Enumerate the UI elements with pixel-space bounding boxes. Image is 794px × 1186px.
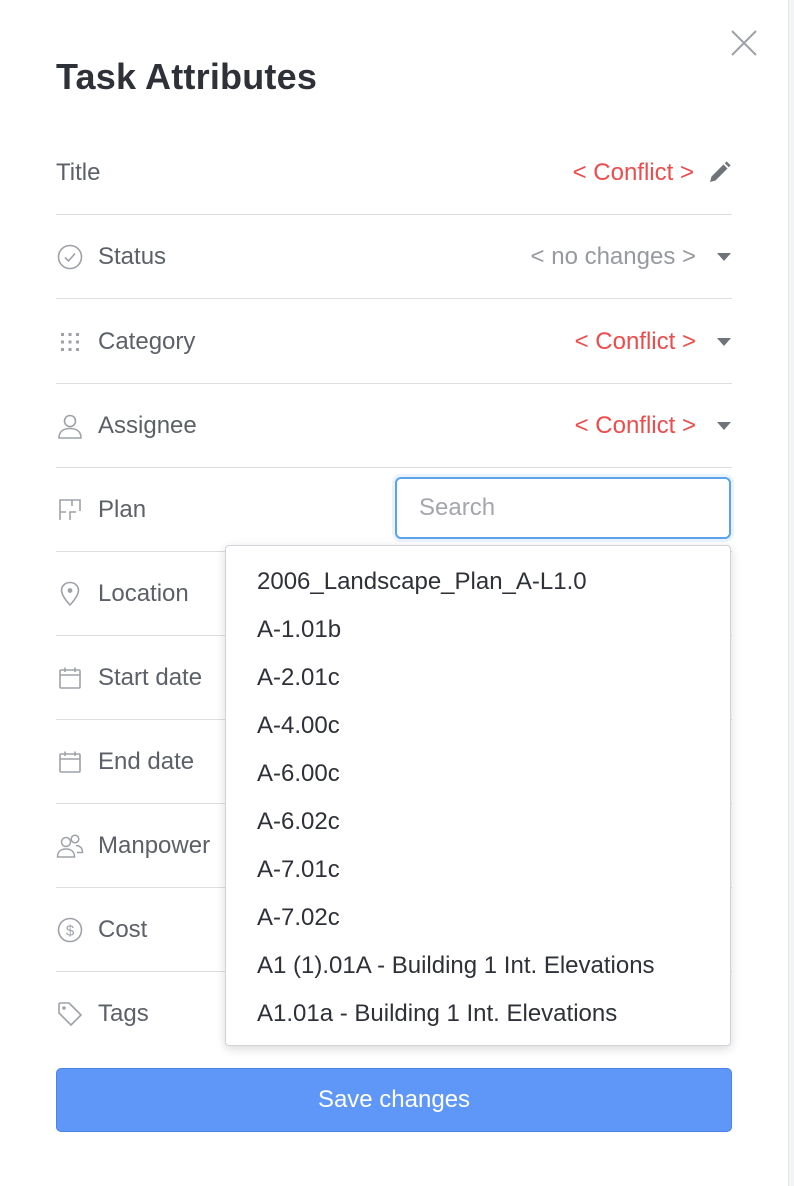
- field-label-tags: Tags: [98, 1000, 149, 1027]
- close-icon: [731, 30, 757, 56]
- plan-option[interactable]: A1.01a - Building 1 Int. Elevations: [226, 990, 730, 1038]
- category-value: < Conflict >: [574, 327, 696, 355]
- chevron-down-icon: [717, 421, 731, 430]
- assignee-value: < Conflict >: [574, 411, 696, 439]
- plan-search-box: [395, 477, 731, 539]
- field-label-start-date: Start date: [98, 663, 203, 691]
- chevron-down-icon: [717, 337, 731, 346]
- dialog-title: Task Attributes: [56, 56, 318, 97]
- people-icon: [56, 832, 84, 860]
- plan-search-input[interactable]: [397, 479, 729, 537]
- background-edge: [788, 0, 794, 1186]
- status-select[interactable]: < no changes >: [531, 215, 732, 298]
- field-label-title: Title: [56, 158, 101, 186]
- field-row-assignee: Assignee < Conflict >: [56, 384, 732, 468]
- tag-icon: [56, 1000, 84, 1028]
- calendar-icon: [56, 748, 84, 776]
- field-label-category: Category: [98, 327, 196, 355]
- field-label-location: Location: [98, 579, 189, 607]
- plan-option[interactable]: A-7.02c: [226, 894, 730, 942]
- location-pin-icon: [56, 580, 84, 608]
- field-row-status: Status < no changes >: [56, 215, 732, 299]
- field-label-plan: Plan: [98, 495, 147, 523]
- field-label-manpower: Manpower: [98, 831, 211, 859]
- field-label-assignee: Assignee: [98, 411, 197, 439]
- dollar-circle-icon: $: [56, 916, 84, 944]
- svg-text:$: $: [66, 922, 75, 939]
- field-label-status: Status: [98, 242, 167, 270]
- assignee-select[interactable]: < Conflict >: [575, 384, 732, 467]
- plan-option[interactable]: 2006_Landscape_Plan_A-L1.0: [226, 558, 730, 606]
- field-label-end-date: End date: [98, 747, 195, 775]
- user-icon: [56, 412, 84, 440]
- grid-dots-icon: [56, 328, 84, 356]
- field-label-cost: Cost: [98, 915, 148, 943]
- plan-option[interactable]: A-6.00c: [226, 750, 730, 798]
- save-changes-button[interactable]: Save changes: [56, 1068, 732, 1132]
- plan-option[interactable]: A-2.01c: [226, 654, 730, 702]
- plan-option[interactable]: A1 (1).01A - Building 1 Int. Elevations: [226, 942, 730, 990]
- pencil-icon[interactable]: [706, 160, 732, 186]
- chevron-down-icon: [717, 252, 731, 261]
- plan-option[interactable]: A-1.01b: [226, 606, 730, 654]
- calendar-icon: [56, 664, 84, 692]
- plan-option[interactable]: A-4.00c: [226, 702, 730, 750]
- category-select[interactable]: < Conflict >: [575, 300, 732, 383]
- plan-option[interactable]: A-7.01c: [226, 846, 730, 894]
- check-circle-icon: [56, 243, 84, 271]
- title-value: < Conflict >: [572, 158, 694, 186]
- field-row-title: Title < Conflict >: [56, 131, 732, 215]
- plan-option[interactable]: A-6.02c: [226, 798, 730, 846]
- status-value: < no changes >: [530, 242, 696, 270]
- close-button[interactable]: [728, 27, 760, 59]
- title-value-control[interactable]: < Conflict >: [573, 131, 732, 214]
- plan-dropdown-list: 2006_Landscape_Plan_A-L1.0 A-1.01b A-2.0…: [225, 545, 731, 1046]
- plan-icon: [56, 496, 84, 524]
- field-row-category: Category < Conflict >: [56, 300, 732, 384]
